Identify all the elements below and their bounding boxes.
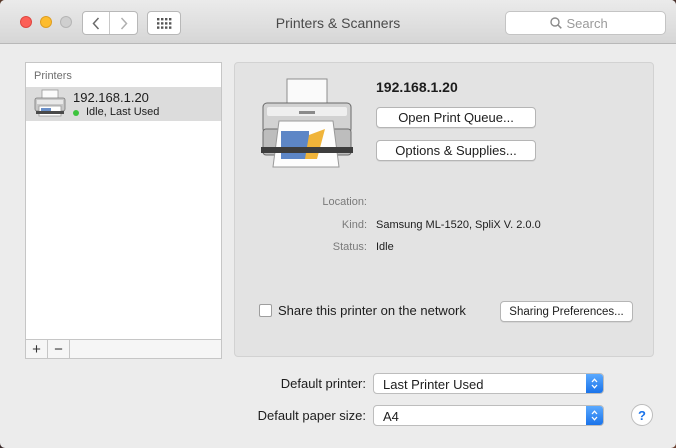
printer-icon [34,89,66,117]
default-printer-label: Default printer: [280,376,366,391]
remove-printer-button[interactable]: − [48,340,70,358]
printers-scanners-window: Printers & Scanners Printers 192.168.1.2… [0,0,676,448]
titlebar: Printers & Scanners [0,0,676,44]
printer-list: Printers 192.168.1.20 Idle, Last Used + … [25,62,222,359]
paper-size-label: Default paper size: [257,408,366,423]
kind-value: Samsung ML-1520, SpliX V. 2.0.0 [376,219,541,231]
status-dot [73,110,79,116]
open-print-queue-button[interactable]: Open Print Queue... [376,107,536,128]
updown-arrows-icon [586,374,603,393]
paper-size-select[interactable]: A4 [373,405,604,426]
kind-label: Kind: [341,219,367,231]
printer-icon [261,78,353,168]
paper-size-value: A4 [383,409,399,424]
printer-item-status: Idle, Last Used [86,106,160,118]
printer-list-header: Printers [34,70,72,82]
options-supplies-button[interactable]: Options & Supplies... [376,140,536,161]
printer-list-footer: + − [26,339,221,358]
printer-detail-panel: 192.168.1.20 Open Print Queue... Options… [234,62,654,357]
updown-arrows-icon [586,406,603,425]
share-printer-label[interactable]: Share this printer on the network [278,303,466,318]
search-input[interactable] [566,15,622,31]
printer-name: 192.168.1.20 [376,79,458,95]
search-icon [549,17,562,29]
add-printer-button[interactable]: + [26,340,48,358]
share-printer-checkbox[interactable] [259,304,272,317]
printer-item-name: 192.168.1.20 [73,90,149,105]
search-field[interactable] [505,11,666,35]
help-button[interactable]: ? [631,404,653,426]
status-value: Idle [376,241,394,253]
default-printer-value: Last Printer Used [383,377,484,392]
status-label: Status: [332,241,367,253]
default-printer-select[interactable]: Last Printer Used [373,373,604,394]
printer-list-item[interactable]: 192.168.1.20 Idle, Last Used [26,87,221,121]
location-label: Location: [322,196,367,208]
sharing-preferences-button[interactable]: Sharing Preferences... [500,301,633,322]
